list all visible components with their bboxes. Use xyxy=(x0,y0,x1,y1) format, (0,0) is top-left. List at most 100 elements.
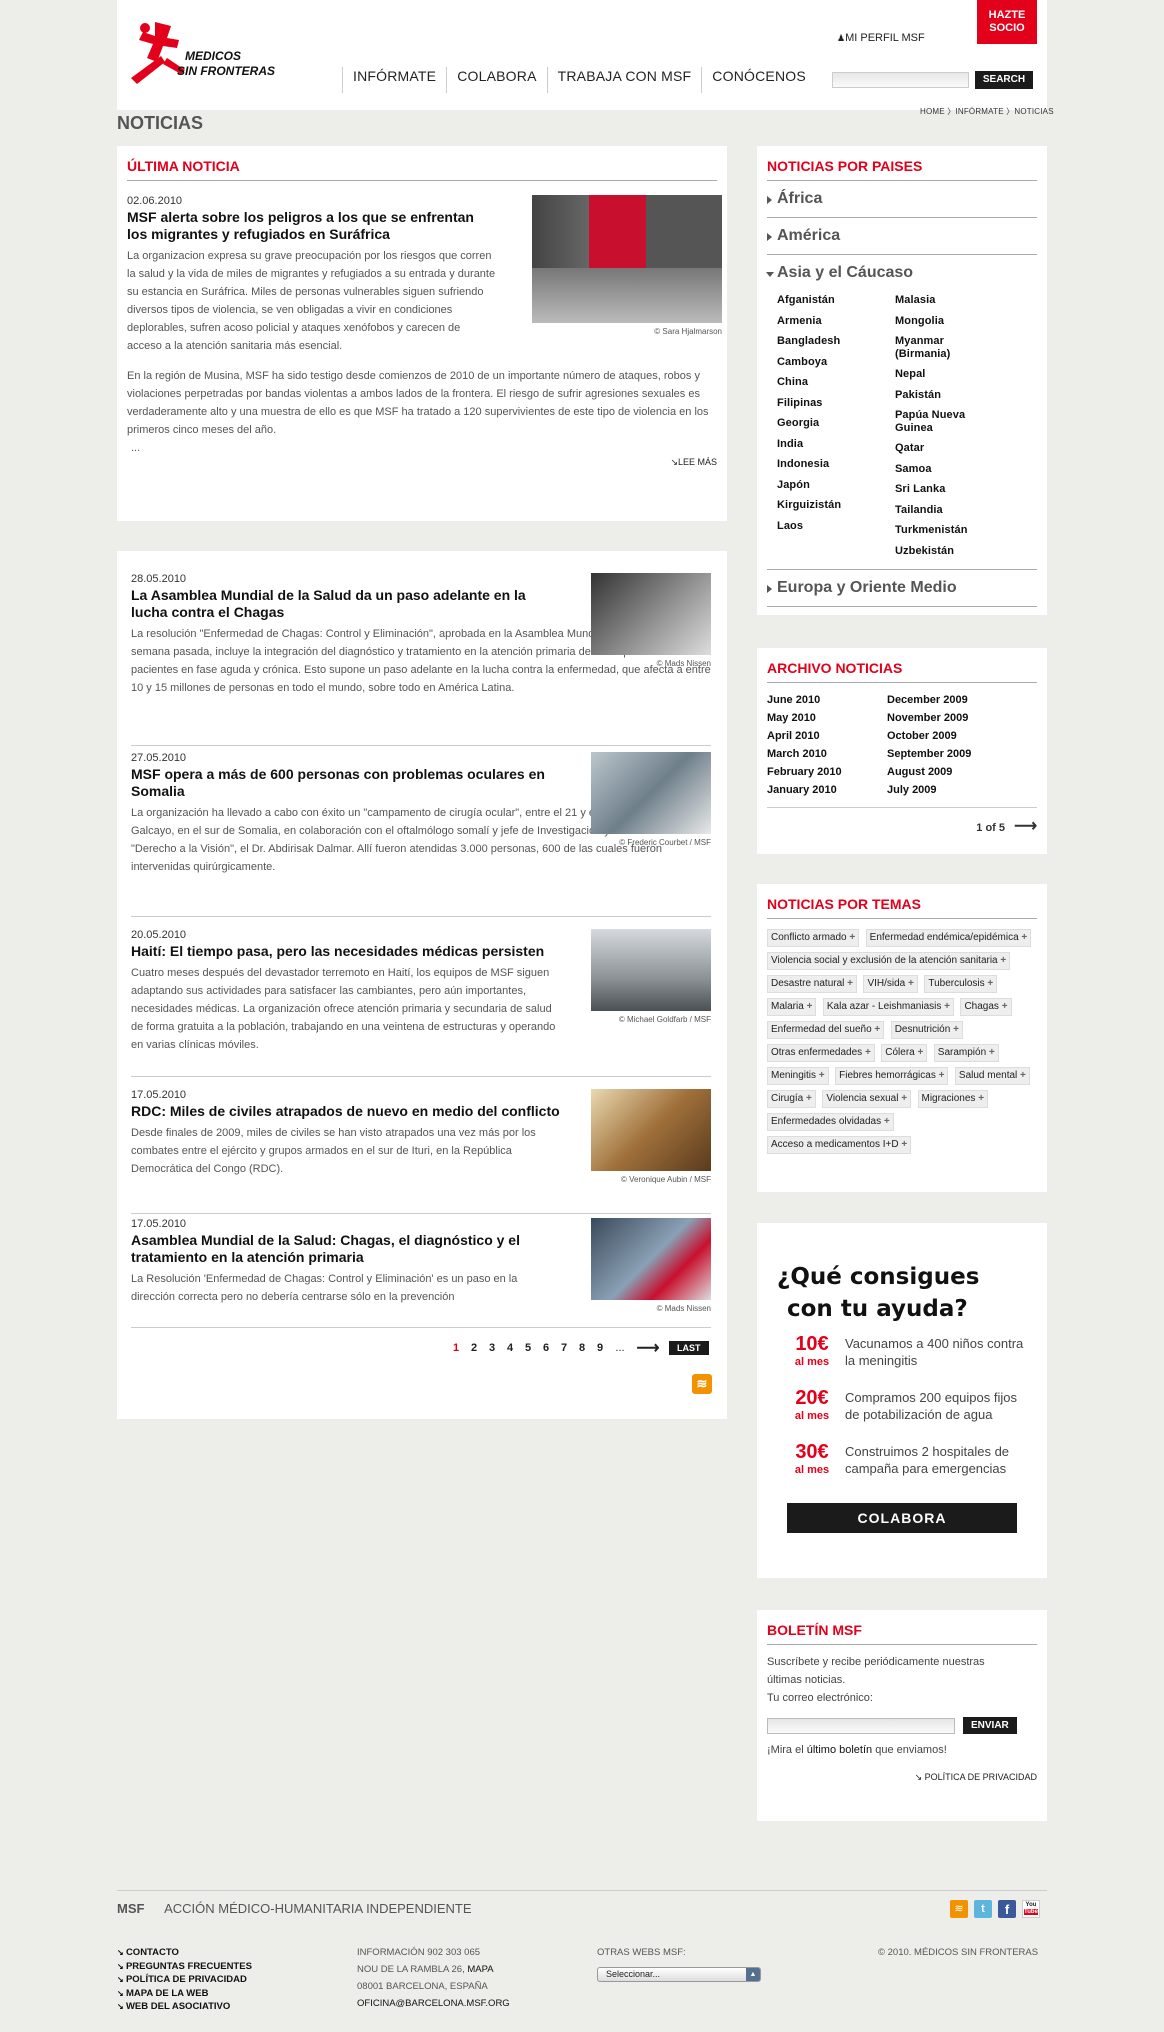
topic-tag[interactable]: Migraciones xyxy=(917,1090,989,1108)
country-link[interactable]: Tailandia xyxy=(895,500,1013,521)
country-link[interactable]: Papúa Nueva Guinea xyxy=(895,405,990,438)
country-link[interactable]: Georgia xyxy=(777,413,895,434)
map-link[interactable]: MAPA xyxy=(467,1964,493,1975)
news-title-link[interactable]: Haití: El tiempo pasa, pero las necesida… xyxy=(131,943,561,960)
topic-tag[interactable]: Kala azar - Leishmaniasis xyxy=(822,998,954,1016)
page-current[interactable]: 1 xyxy=(447,1342,465,1354)
breadcrumb[interactable]: HOME 〉INFÓRMATE 〉NOTICIAS xyxy=(920,106,1054,117)
page-link[interactable]: 4 xyxy=(501,1342,519,1354)
topic-tag[interactable]: Desastre natural xyxy=(767,975,857,993)
country-link[interactable]: Turkmenistán xyxy=(895,520,1013,541)
country-link[interactable]: Sri Lanka xyxy=(895,479,1013,500)
footer-email[interactable]: OFICINA@BARCELONA.MSF.ORG xyxy=(357,1995,510,2012)
news-photo[interactable] xyxy=(591,752,711,834)
facebook-icon[interactable]: f xyxy=(998,1900,1016,1918)
rss-icon[interactable]: ≋ xyxy=(950,1900,968,1918)
country-link[interactable]: Filipinas xyxy=(777,393,895,414)
topic-tag[interactable]: Malaria xyxy=(767,998,817,1016)
country-link[interactable]: India xyxy=(777,434,895,455)
page-link[interactable]: 5 xyxy=(519,1342,537,1354)
footer-link[interactable]: PREGUNTAS FRECUENTES xyxy=(117,1960,252,1974)
archive-month-link[interactable]: October 2009 xyxy=(887,727,1007,745)
rss-icon[interactable]: ≋ xyxy=(692,1374,712,1394)
news-photo[interactable] xyxy=(532,195,722,323)
country-link[interactable]: China xyxy=(777,372,895,393)
nav-conocenos[interactable]: CONÓCENOS xyxy=(701,67,816,93)
topic-tag[interactable]: Conflicto armado xyxy=(767,929,860,947)
topic-tag[interactable]: Cólera xyxy=(881,1044,928,1062)
footer-link[interactable]: CONTACTO xyxy=(117,1946,252,1960)
last-page-button[interactable]: LAST xyxy=(669,1341,709,1355)
archive-month-link[interactable]: September 2009 xyxy=(887,745,1007,763)
topic-tag[interactable]: Enfermedad endémica/epidémica xyxy=(865,929,1032,947)
country-link[interactable]: Kirguizistán xyxy=(777,495,895,516)
news-photo[interactable] xyxy=(591,1089,711,1171)
region-america[interactable]: América xyxy=(767,218,1037,255)
country-link[interactable]: Japón xyxy=(777,475,895,496)
country-link[interactable]: Bangladesh xyxy=(777,331,895,352)
footer-link[interactable]: POLÍTICA DE PRIVACIDAD xyxy=(117,1973,252,1987)
country-link[interactable]: Myanmar (Birmania) xyxy=(895,331,990,364)
enviar-button[interactable]: ENVIAR xyxy=(963,1717,1017,1734)
mi-perfil-link[interactable]: ♟MI PERFIL MSF xyxy=(837,32,925,44)
topic-tag[interactable]: Violencia social y exclusión de la atenc… xyxy=(767,952,1011,970)
topic-tag[interactable]: VIH/sida xyxy=(863,975,918,993)
footer-link[interactable]: WEB DEL ASOCIATIVO xyxy=(117,2000,252,2014)
topic-tag[interactable]: Cirugía xyxy=(767,1090,816,1108)
country-link[interactable]: Indonesia xyxy=(777,454,895,475)
topic-tag[interactable]: Salud mental xyxy=(954,1067,1030,1085)
archive-month-link[interactable]: February 2010 xyxy=(767,763,887,781)
topic-tag[interactable]: Acceso a medicamentos I+D xyxy=(767,1136,912,1154)
archive-month-link[interactable]: July 2009 xyxy=(887,781,1007,799)
page-link[interactable]: 8 xyxy=(573,1342,591,1354)
next-arrow-icon[interactable]: ⟶ xyxy=(1014,818,1037,835)
topic-tag[interactable]: Enfermedad del sueño xyxy=(767,1021,885,1039)
topic-tag[interactable]: Otras enfermedades xyxy=(767,1044,875,1062)
msf-logo[interactable]: MEDICOS SIN FRONTERAS xyxy=(127,18,287,90)
nav-colabora[interactable]: COLABORA xyxy=(446,67,546,93)
country-link[interactable]: Malasia xyxy=(895,290,1013,311)
news-title-link[interactable]: MSF opera a más de 600 personas con prob… xyxy=(131,766,561,800)
topic-tag[interactable]: Meningitis xyxy=(767,1067,829,1085)
topic-tag[interactable]: Tuberculosis xyxy=(924,975,998,993)
archive-month-link[interactable]: May 2010 xyxy=(767,709,887,727)
search-input[interactable] xyxy=(832,72,969,88)
search-button[interactable]: SEARCH xyxy=(975,71,1033,89)
archive-month-link[interactable]: November 2009 xyxy=(887,709,1007,727)
topic-tag[interactable]: Sarampión xyxy=(933,1044,999,1062)
country-link[interactable]: Armenia xyxy=(777,311,895,332)
topic-tag[interactable]: Violencia sexual xyxy=(822,1090,912,1108)
colabora-button[interactable]: COLABORA xyxy=(787,1503,1017,1533)
country-link[interactable]: Nepal xyxy=(895,364,1013,385)
page-link[interactable]: 3 xyxy=(483,1342,501,1354)
page-link[interactable]: 6 xyxy=(537,1342,555,1354)
news-title-link[interactable]: RDC: Miles de civiles atrapados de nuevo… xyxy=(131,1103,561,1120)
news-title-link[interactable]: Asamblea Mundial de la Salud: Chagas, el… xyxy=(131,1232,561,1266)
news-photo[interactable] xyxy=(591,1218,711,1300)
archive-month-link[interactable]: December 2009 xyxy=(887,691,1007,709)
twitter-icon[interactable]: t xyxy=(974,1900,992,1918)
news-photo[interactable] xyxy=(591,573,711,655)
news-photo[interactable] xyxy=(591,929,711,1011)
region-europa[interactable]: Europa y Oriente Medio xyxy=(767,570,1037,607)
topic-tag[interactable]: Chagas xyxy=(960,998,1012,1016)
country-link[interactable]: Qatar xyxy=(895,438,1013,459)
country-link[interactable]: Mongolia xyxy=(895,311,1013,332)
nav-trabaja[interactable]: TRABAJA CON MSF xyxy=(546,67,702,93)
lee-mas-link[interactable]: ↘LEE MÁS xyxy=(127,457,717,468)
region-asia[interactable]: Asia y el Cáucaso xyxy=(766,255,1037,286)
youtube-icon[interactable]: You Tube xyxy=(1022,1900,1040,1918)
country-link[interactable]: Camboya xyxy=(777,352,895,373)
country-link[interactable]: Uzbekistán xyxy=(895,541,1013,562)
archive-month-link[interactable]: August 2009 xyxy=(887,763,1007,781)
region-africa[interactable]: África xyxy=(767,181,1037,218)
topic-tag[interactable]: Fiebres hemorrágicas xyxy=(835,1067,949,1085)
other-sites-select[interactable]: Seleccionar... ▲ xyxy=(597,1967,761,1982)
email-input[interactable] xyxy=(767,1717,955,1734)
footer-link[interactable]: MAPA DE LA WEB xyxy=(117,1987,252,2001)
hazte-socio-button[interactable]: HAZTE SOCIO xyxy=(977,0,1037,44)
country-link[interactable]: Samoa xyxy=(895,459,1013,480)
topic-tag[interactable]: Desnutrición xyxy=(890,1021,963,1039)
next-arrow-icon[interactable]: ⟶ xyxy=(631,1338,665,1358)
nav-informate[interactable]: INFÓRMATE xyxy=(342,67,446,93)
